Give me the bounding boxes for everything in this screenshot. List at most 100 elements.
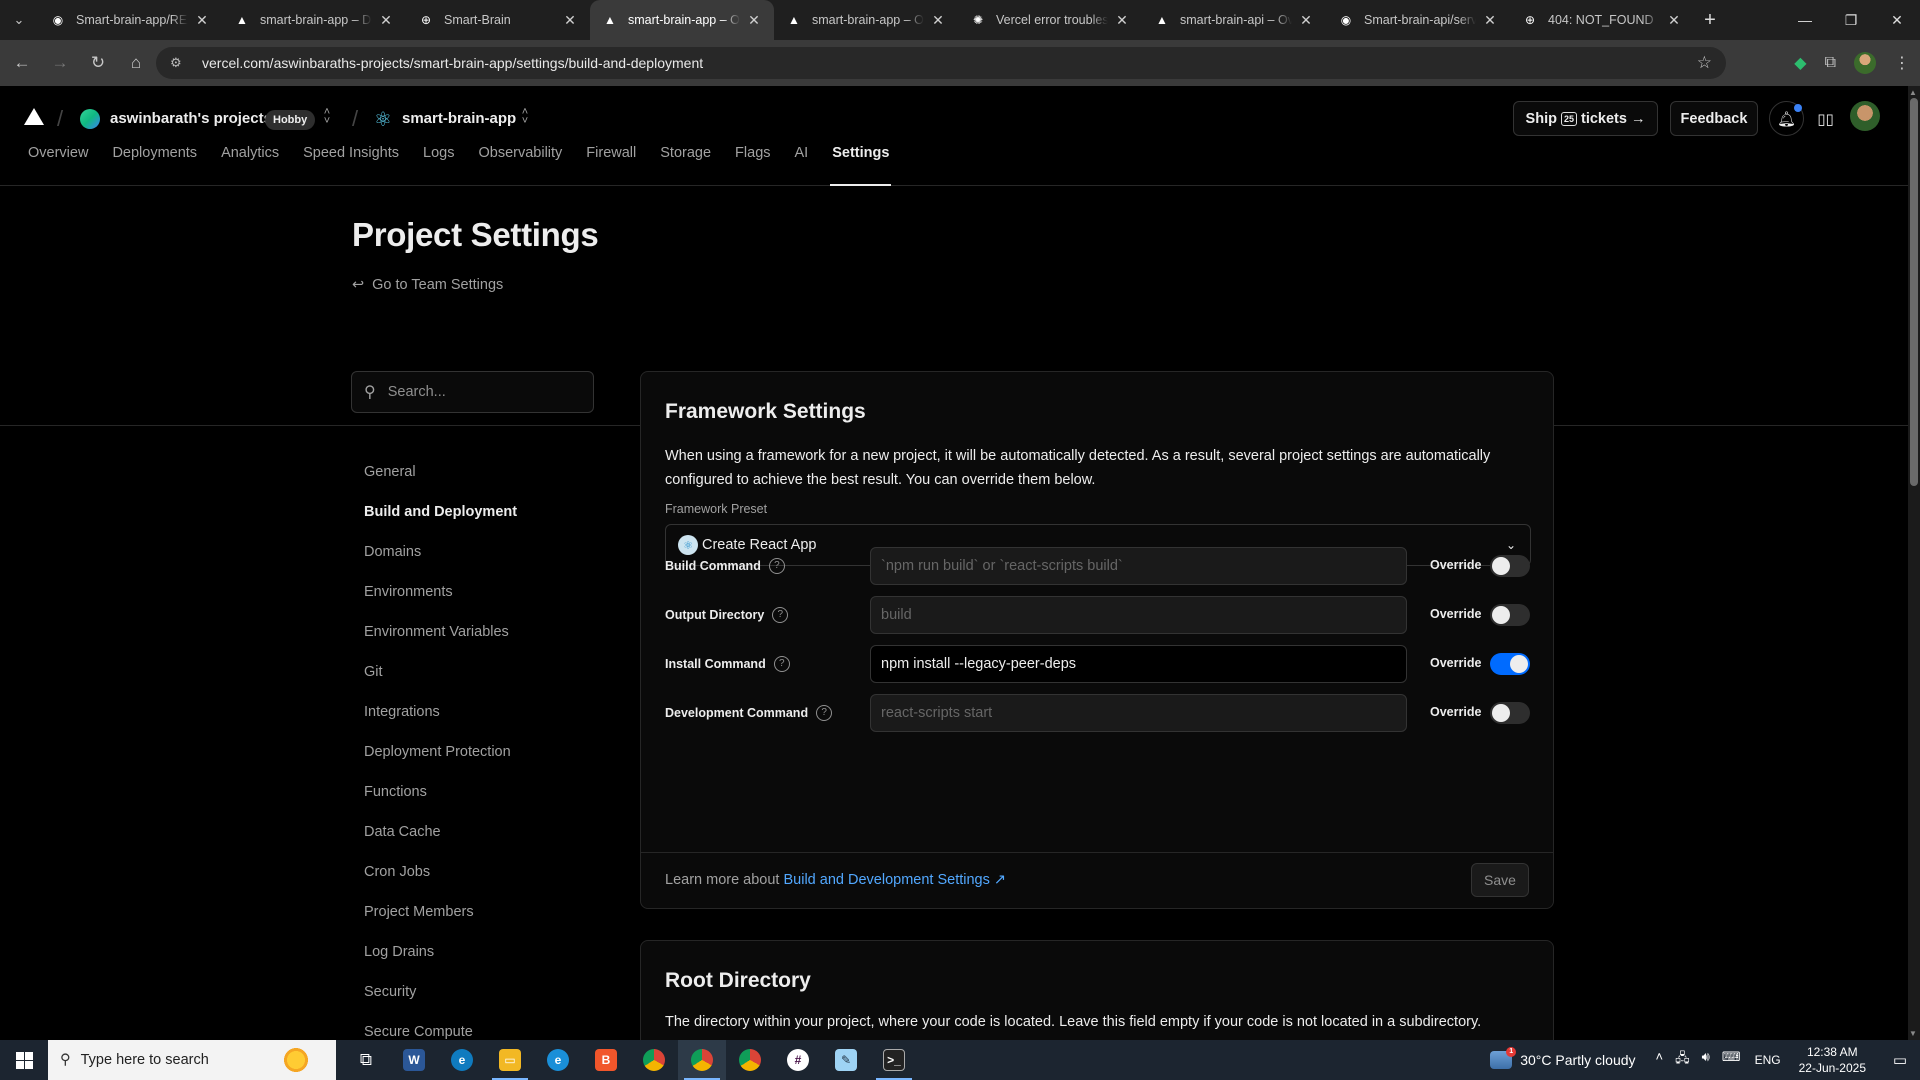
browser-tab[interactable]: ▲ smart-brain-api – Ove ✕	[1142, 0, 1326, 40]
close-tab-icon[interactable]: ✕	[1666, 12, 1682, 29]
save-button[interactable]: Save	[1471, 863, 1529, 897]
override-toggle[interactable]	[1490, 555, 1530, 577]
action-center-icon[interactable]: ▭	[1880, 1051, 1920, 1069]
tab-deployments[interactable]: Deployments	[100, 141, 209, 186]
scrollbar-thumb[interactable]	[1910, 98, 1918, 486]
extensions-puzzle-icon[interactable]: ⧉	[1825, 54, 1836, 72]
brave-icon[interactable]: B	[582, 1040, 630, 1080]
team-name[interactable]: aswinbarath's projects	[110, 110, 272, 127]
help-icon[interactable]: ?	[772, 607, 789, 623]
docs-link[interactable]: Build and Development Settings ↗	[784, 872, 1007, 888]
tab-logs[interactable]: Logs	[411, 141, 466, 186]
feedback-button[interactable]: Feedback	[1670, 101, 1758, 136]
minimize-button[interactable]: —	[1782, 0, 1828, 40]
settings-search-input[interactable]	[387, 384, 568, 400]
edge-icon[interactable]: e	[438, 1040, 486, 1080]
project-switcher-icon[interactable]: ˄ ˅	[519, 107, 531, 127]
sidebar-item-data-cache[interactable]: Data Cache	[364, 812, 517, 852]
command-input[interactable]: react-scripts start	[870, 694, 1407, 732]
reload-icon[interactable]: ↻	[82, 47, 114, 79]
chevron-up-icon[interactable]: ˄	[1656, 1049, 1664, 1071]
override-toggle[interactable]	[1490, 653, 1530, 675]
sidebar-item-general[interactable]: General	[364, 452, 517, 492]
sidebar-item-cron-jobs[interactable]: Cron Jobs	[364, 852, 517, 892]
sidebar-item-environment-variables[interactable]: Environment Variables	[364, 612, 517, 652]
tab-flags[interactable]: Flags	[723, 141, 782, 186]
close-tab-icon[interactable]: ✕	[746, 12, 762, 29]
sidebar-item-project-members[interactable]: Project Members	[364, 892, 517, 932]
terminal-icon[interactable]: >_	[870, 1040, 918, 1080]
extension-icon[interactable]: ◆	[1794, 53, 1806, 73]
team-settings-link[interactable]: ↩ Go to Team Settings	[352, 277, 503, 293]
browser-tab[interactable]: ⊕ 404: NOT_FOUND ✕	[1510, 0, 1694, 40]
task-view-icon[interactable]: ⧉	[342, 1040, 390, 1080]
vercel-logo-icon[interactable]	[24, 108, 44, 125]
settings-search[interactable]: ⚲	[351, 371, 594, 413]
profile-avatar[interactable]	[1854, 52, 1876, 74]
weather-widget[interactable]: 1 30°C Partly cloudy	[1490, 1047, 1636, 1069]
sidebar-item-security[interactable]: Security	[364, 972, 517, 1012]
browser-tab[interactable]: ⊕ Smart-Brain ✕	[406, 0, 590, 40]
tab-analytics[interactable]: Analytics	[209, 141, 291, 186]
edge-dev-icon[interactable]: e	[534, 1040, 582, 1080]
command-input[interactable]: npm install --legacy-peer-deps	[870, 645, 1407, 683]
tab-firewall[interactable]: Firewall	[574, 141, 648, 186]
sidebar-item-build-and-deployment[interactable]: Build and Deployment	[364, 492, 517, 532]
slack-icon[interactable]: #	[774, 1040, 822, 1080]
network-icon[interactable]: 🖧︎	[1675, 1049, 1690, 1071]
sidebar-item-functions[interactable]: Functions	[364, 772, 517, 812]
browser-tab[interactable]: ✺ Vercel error troublesh ✕	[958, 0, 1142, 40]
close-tab-icon[interactable]: ✕	[378, 12, 394, 29]
back-icon[interactable]: ←	[6, 47, 38, 79]
browser-tab[interactable]: ◉ Smart-brain-api/serve ✕	[1326, 0, 1510, 40]
ship-tickets-button[interactable]: Ship 25 tickets →	[1513, 101, 1658, 136]
language-indicator[interactable]: ENG	[1755, 1053, 1781, 1067]
home-icon[interactable]: ⌂	[120, 47, 152, 79]
tab-search-button[interactable]: ⌄	[0, 0, 38, 40]
browser-menu-icon[interactable]: ⋮	[1894, 53, 1910, 73]
help-icon[interactable]: ?	[768, 558, 785, 574]
tab-observability[interactable]: Observability	[466, 141, 574, 186]
sidebar-item-environments[interactable]: Environments	[364, 572, 517, 612]
scroll-up-icon[interactable]: ▲	[1909, 88, 1917, 97]
command-input[interactable]: `npm run build` or `react-scripts build`	[870, 547, 1407, 585]
sidebar-item-integrations[interactable]: Integrations	[364, 692, 517, 732]
project-name[interactable]: smart-brain-app	[402, 110, 516, 127]
user-avatar[interactable]	[1850, 101, 1880, 131]
tab-settings[interactable]: Settings	[820, 141, 901, 186]
close-tab-icon[interactable]: ✕	[1114, 12, 1130, 29]
close-tab-icon[interactable]: ✕	[930, 12, 946, 29]
team-avatar[interactable]	[80, 109, 100, 129]
browser-tab[interactable]: ▲ smart-brain-app – Ov ✕	[774, 0, 958, 40]
help-icon[interactable]: ?	[816, 705, 833, 721]
page-scrollbar[interactable]: ▲ ▼	[1908, 86, 1920, 1040]
sidebar-item-log-drains[interactable]: Log Drains	[364, 932, 517, 972]
start-button[interactable]	[0, 1040, 48, 1080]
site-info-icon[interactable]: ⚙	[170, 55, 188, 71]
keyboard-icon[interactable]: ⌨	[1722, 1049, 1741, 1071]
chrome-active-icon[interactable]	[678, 1040, 726, 1080]
team-switcher-icon[interactable]: ˄ ˅	[321, 107, 333, 127]
sidebar-item-git[interactable]: Git	[364, 652, 517, 692]
command-input[interactable]: build	[870, 596, 1407, 634]
address-bar[interactable]: ⚙ vercel.com/aswinbaraths-projects/smart…	[156, 47, 1726, 79]
chrome-profile-icon[interactable]	[726, 1040, 774, 1080]
docs-book-icon[interactable]: ▯▯	[1808, 101, 1843, 136]
sidebar-item-domains[interactable]: Domains	[364, 532, 517, 572]
clock[interactable]: 12:38 AM 22-Jun-2025	[1799, 1044, 1866, 1076]
help-icon[interactable]: ?	[773, 656, 790, 672]
notepad-icon[interactable]: ✎	[822, 1040, 870, 1080]
close-tab-icon[interactable]: ✕	[194, 12, 210, 29]
sidebar-item-secure-compute[interactable]: Secure Compute	[364, 1012, 517, 1040]
override-toggle[interactable]	[1490, 702, 1530, 724]
close-tab-icon[interactable]: ✕	[1298, 12, 1314, 29]
tab-overview[interactable]: Overview	[28, 141, 100, 186]
close-tab-icon[interactable]: ✕	[1482, 12, 1498, 29]
tab-storage[interactable]: Storage	[648, 141, 723, 186]
forward-icon[interactable]: →	[44, 47, 76, 79]
new-tab-button[interactable]: +	[1694, 9, 1726, 32]
close-tab-icon[interactable]: ✕	[562, 12, 578, 29]
file-explorer-icon[interactable]: ▭	[486, 1040, 534, 1080]
bookmark-star-icon[interactable]: ☆	[1697, 53, 1712, 73]
sidebar-item-deployment-protection[interactable]: Deployment Protection	[364, 732, 517, 772]
